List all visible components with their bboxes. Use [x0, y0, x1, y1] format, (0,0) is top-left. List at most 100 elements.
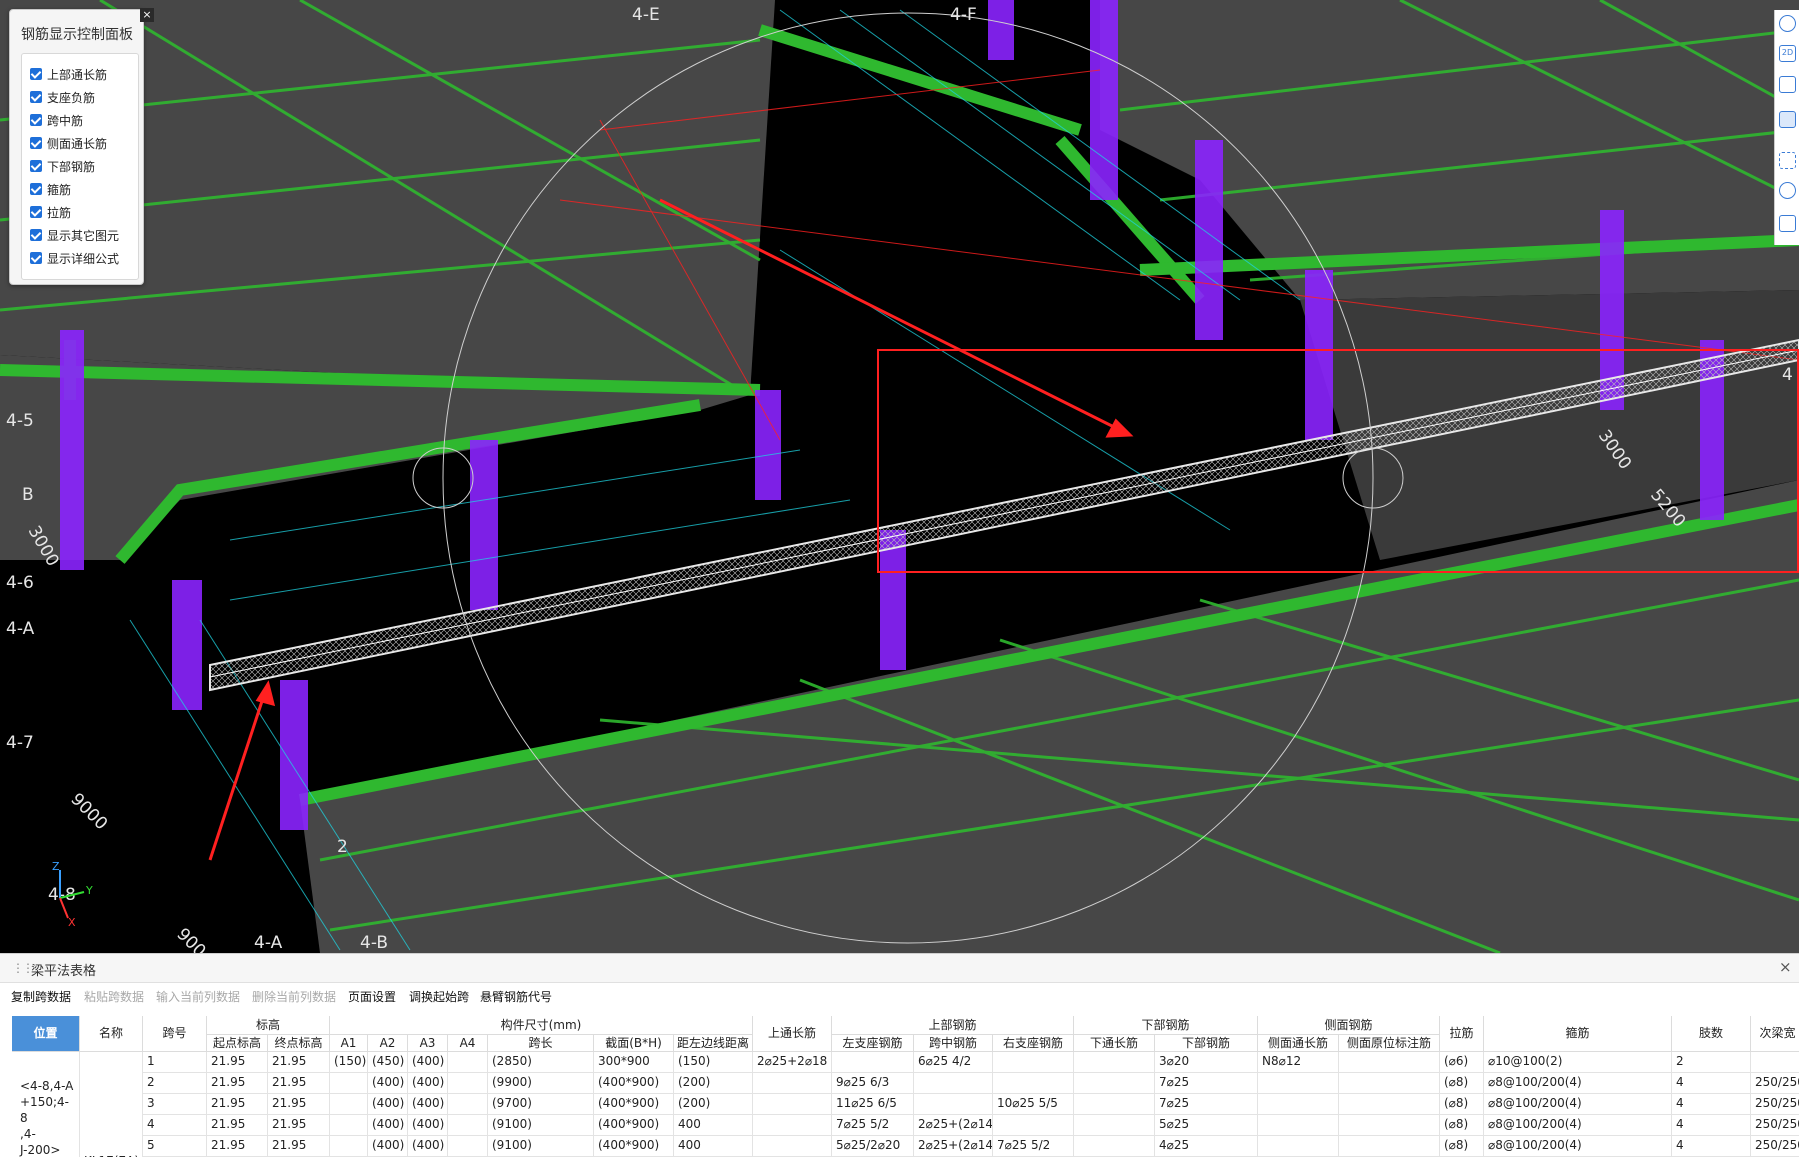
option-bottom-rebar[interactable]: 下部钢筋: [30, 156, 95, 176]
subheader-a4[interactable]: A4: [448, 1035, 488, 1052]
table-cell-right-support[interactable]: [993, 1115, 1074, 1136]
model-3d-viewport[interactable]: 4-E 4-F 4-5 B 4-6 4-A 4-7 4-8 4-A 4-B 2 …: [0, 0, 1799, 953]
table-cell-side-orig[interactable]: [1339, 1094, 1440, 1115]
table-cell-legs[interactable]: 4: [1672, 1115, 1751, 1136]
table-cell-tie[interactable]: (⌀8): [1440, 1094, 1484, 1115]
option-support-negative-rebar[interactable]: 支座负筋: [30, 87, 95, 107]
table-cell-a2[interactable]: (400): [368, 1136, 408, 1157]
table-cell-a2[interactable]: (450): [368, 1052, 408, 1073]
subheader-side-original[interactable]: 侧面原位标注筋: [1339, 1035, 1440, 1052]
table-cell-bottom[interactable]: 5⌀25: [1155, 1115, 1258, 1136]
table-cell-mid[interactable]: 2⌀25+(2⌀14: [914, 1115, 993, 1136]
checkbox-checked-icon[interactable]: [30, 252, 42, 264]
beam-table-close-button[interactable]: ×: [1779, 958, 1792, 976]
option-mid-span-rebar[interactable]: 跨中筋: [30, 110, 83, 130]
table-cell-bottom[interactable]: 4⌀25: [1155, 1136, 1258, 1157]
table-cell-side-orig[interactable]: [1339, 1115, 1440, 1136]
table-cell-mid[interactable]: [914, 1094, 993, 1115]
table-cell-section[interactable]: 300*900: [594, 1052, 674, 1073]
header-stirrup[interactable]: 箍筋: [1484, 1016, 1672, 1052]
table-cell-bottom[interactable]: 7⌀25: [1155, 1094, 1258, 1115]
header-location[interactable]: 位置: [12, 1016, 80, 1052]
table-cell-side-through[interactable]: [1258, 1115, 1339, 1136]
subheader-side-through[interactable]: 侧面通长筋: [1258, 1035, 1339, 1052]
table-cell-left-support[interactable]: 5⌀25/2⌀20: [832, 1136, 914, 1157]
table-cell-start[interactable]: 21.95: [207, 1052, 268, 1073]
table-cell-sec[interactable]: 250/250: [1751, 1115, 1799, 1136]
table-cell-left-dist[interactable]: 400: [674, 1115, 753, 1136]
paste-span-data-button[interactable]: 粘贴跨数据: [84, 988, 144, 1005]
table-cell-section[interactable]: (400*900): [594, 1094, 674, 1115]
subheader-bottom-through[interactable]: 下通长筋: [1074, 1035, 1155, 1052]
table-cell-side-orig[interactable]: [1339, 1052, 1440, 1073]
table-cell-side-orig[interactable]: [1339, 1073, 1440, 1094]
checkbox-checked-icon[interactable]: [30, 114, 42, 126]
table-cell-span[interactable]: 5: [143, 1136, 207, 1157]
header-span-no[interactable]: 跨号: [143, 1016, 207, 1052]
table-cell-span[interactable]: 2: [143, 1073, 207, 1094]
table-cell-top-through[interactable]: [753, 1073, 832, 1094]
subheader-start-elev[interactable]: 起点标高: [207, 1035, 268, 1052]
table-cell-tie[interactable]: (⌀8): [1440, 1115, 1484, 1136]
table-cell-top-through[interactable]: 2⌀25+2⌀18: [753, 1052, 832, 1073]
table-cell-right-support[interactable]: [993, 1073, 1074, 1094]
header-secondary-beam-width[interactable]: 次梁宽: [1751, 1016, 1799, 1052]
table-cell-left-support[interactable]: [832, 1052, 914, 1073]
table-cell-span[interactable]: 1: [143, 1052, 207, 1073]
table-cell-stirrup[interactable]: ⌀8@100/200(4): [1484, 1136, 1672, 1157]
table-cell-top-through[interactable]: [753, 1094, 832, 1115]
fit-view-icon[interactable]: [1779, 152, 1796, 169]
table-cell-end[interactable]: 21.95: [268, 1073, 330, 1094]
2d-view-icon[interactable]: 2D: [1779, 45, 1796, 62]
delete-column-data-button[interactable]: 删除当前列数据: [252, 988, 336, 1005]
table-cell-a1[interactable]: (150): [330, 1052, 368, 1073]
table-cell-top-through[interactable]: [753, 1115, 832, 1136]
subheader-left-support[interactable]: 左支座钢筋: [832, 1035, 914, 1052]
table-cell-legs[interactable]: 4: [1672, 1094, 1751, 1115]
subheader-section[interactable]: 截面(B*H): [594, 1035, 674, 1052]
table-cell-sec[interactable]: 250/250: [1751, 1136, 1799, 1157]
table-cell-mid[interactable]: 2⌀25+(2⌀14: [914, 1136, 993, 1157]
table-cell-len[interactable]: (2850): [488, 1052, 594, 1073]
table-cell-a3[interactable]: (400): [408, 1073, 448, 1094]
checkbox-checked-icon[interactable]: [30, 206, 42, 218]
table-cell-tie[interactable]: (⌀8): [1440, 1136, 1484, 1157]
table-cell-a4[interactable]: [448, 1052, 488, 1073]
table-cell-start[interactable]: 21.95: [207, 1094, 268, 1115]
table-cell-left-support[interactable]: 9⌀25 6/3: [832, 1073, 914, 1094]
table-cell-start[interactable]: 21.95: [207, 1073, 268, 1094]
option-show-other-elements[interactable]: 显示其它图元: [30, 225, 119, 245]
beam-location-cell[interactable]: <4-8,4-A +150;4-8 ,4- J-200>: [12, 1052, 80, 1157]
subheader-span-len[interactable]: 跨长: [488, 1035, 594, 1052]
table-cell-mid[interactable]: 6⌀25 4/2: [914, 1052, 993, 1073]
table-cell-stirrup[interactable]: ⌀8@100/200(4): [1484, 1094, 1672, 1115]
checkbox-checked-icon[interactable]: [30, 160, 42, 172]
table-cell-start[interactable]: 21.95: [207, 1136, 268, 1157]
table-cell-section[interactable]: (400*900): [594, 1136, 674, 1157]
table-cell-side-orig[interactable]: [1339, 1136, 1440, 1157]
checkbox-checked-icon[interactable]: [30, 91, 42, 103]
table-cell-a1[interactable]: [330, 1073, 368, 1094]
table-cell-legs[interactable]: 2: [1672, 1052, 1751, 1073]
option-top-through-rebar[interactable]: 上部通长筋: [30, 64, 107, 84]
table-cell-right-support[interactable]: [993, 1052, 1074, 1073]
table-cell-legs[interactable]: 4: [1672, 1136, 1751, 1157]
table-cell-start[interactable]: 21.95: [207, 1115, 268, 1136]
subheader-bottom-main[interactable]: 下部钢筋: [1155, 1035, 1258, 1052]
cube-icon[interactable]: [1779, 111, 1796, 128]
rebar-panel-close-button[interactable]: ×: [140, 8, 154, 22]
table-cell-legs[interactable]: 4: [1672, 1073, 1751, 1094]
table-cell-left-dist[interactable]: (200): [674, 1073, 753, 1094]
table-cell-sec[interactable]: 250/250: [1751, 1073, 1799, 1094]
subheader-a3[interactable]: A3: [408, 1035, 448, 1052]
header-tie[interactable]: 拉筋: [1440, 1016, 1484, 1052]
table-cell-stirrup[interactable]: ⌀10@100(2): [1484, 1052, 1672, 1073]
table-cell-left-dist[interactable]: (150): [674, 1052, 753, 1073]
3d-box-icon[interactable]: [1779, 76, 1796, 93]
orbit-icon[interactable]: [1779, 15, 1796, 32]
drag-grip-icon[interactable]: ⋮⋮: [12, 961, 34, 975]
table-cell-a1[interactable]: [330, 1136, 368, 1157]
table-cell-stirrup[interactable]: ⌀8@100/200(4): [1484, 1073, 1672, 1094]
header-top-through[interactable]: 上通长筋: [753, 1016, 832, 1052]
table-cell-bottom[interactable]: 7⌀25: [1155, 1073, 1258, 1094]
